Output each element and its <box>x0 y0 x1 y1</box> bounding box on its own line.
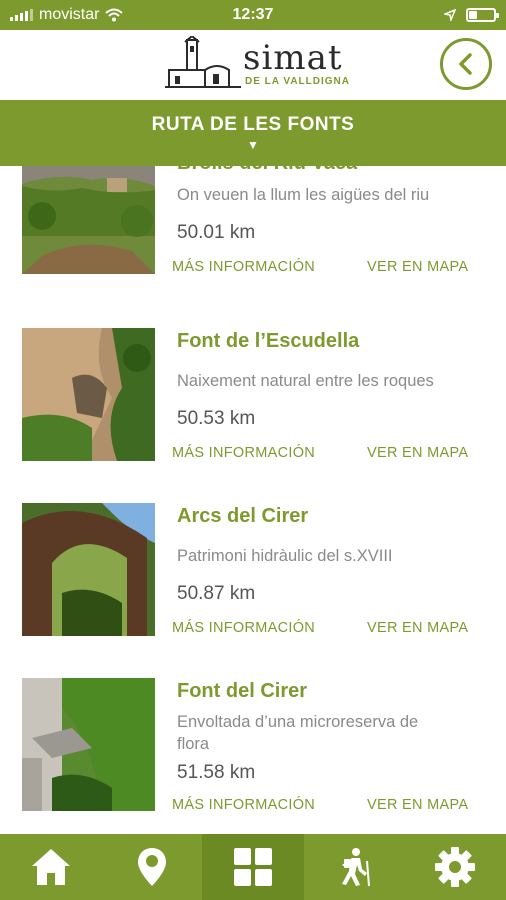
item-description: On veuen la llum les aigües del riu <box>177 186 430 204</box>
map-pin-icon <box>137 848 166 886</box>
logo: simat DE LA VALLDIGNA <box>165 36 349 92</box>
item-photo <box>22 503 155 636</box>
view-on-map-button[interactable]: VER EN MAPA <box>367 620 468 636</box>
chevron-left-icon <box>459 53 472 75</box>
app-header: simat DE LA VALLDIGNA <box>0 30 506 100</box>
carrier-name: movistar <box>39 6 100 23</box>
item-distance: 51.58 km <box>177 762 256 783</box>
item-title: Font del Cirer <box>177 680 308 702</box>
tab-settings[interactable] <box>405 834 506 900</box>
item-distance: 50.01 km <box>177 222 256 243</box>
status-right <box>326 8 499 22</box>
signal-icon <box>10 9 33 21</box>
list-item: Font del Cirer Envoltada d’una microrese… <box>0 678 506 834</box>
item-title: Brolls del Riu Vaca <box>177 166 357 175</box>
section-dropdown[interactable]: RUTA DE LES FONTS ▼ <box>0 100 506 166</box>
list-item: Brolls del Riu Vaca On veuen la llum les… <box>0 166 506 314</box>
section-title: RUTA DE LES FONTS <box>151 114 355 135</box>
tab-list[interactable] <box>202 834 304 900</box>
tab-routes[interactable] <box>304 834 405 900</box>
spring-list[interactable]: Brolls del Riu Vaca On veuen la llum les… <box>0 166 506 834</box>
item-photo <box>22 166 155 274</box>
item-title: Font de l’Escudella <box>177 330 360 352</box>
tab-map[interactable] <box>101 834 202 900</box>
status-bar: movistar 12:37 <box>0 0 506 30</box>
item-photo <box>22 328 155 461</box>
view-on-map-button[interactable]: VER EN MAPA <box>367 797 468 813</box>
home-icon <box>31 849 70 885</box>
hiker-icon <box>342 848 371 887</box>
list-item: Font de l’Escudella Naixement natural en… <box>0 328 506 488</box>
item-photo <box>22 678 155 811</box>
bottom-tab-bar <box>0 834 506 900</box>
more-info-button[interactable]: MÁS INFORMACIÓN <box>172 259 315 275</box>
church-logo-icon <box>165 36 241 88</box>
item-title: Arcs del Cirer <box>177 505 309 527</box>
status-time: 12:37 <box>232 6 274 23</box>
logo-subtitle: DE LA VALLDIGNA <box>245 76 350 87</box>
item-distance: 50.87 km <box>177 583 256 604</box>
item-description: Envoltada d’una microreserva de flora <box>177 713 419 753</box>
status-left: movistar <box>10 6 180 24</box>
grid-icon <box>234 848 272 886</box>
more-info-button[interactable]: MÁS INFORMACIÓN <box>172 797 315 813</box>
wifi-icon <box>105 8 124 22</box>
view-on-map-button[interactable]: VER EN MAPA <box>367 259 468 275</box>
back-button[interactable] <box>440 38 492 90</box>
more-info-button[interactable]: MÁS INFORMACIÓN <box>172 445 315 461</box>
more-info-button[interactable]: MÁS INFORMACIÓN <box>172 620 315 636</box>
battery-icon <box>466 8 499 22</box>
tab-home[interactable] <box>0 834 101 900</box>
location-arrow-icon <box>444 9 456 21</box>
caret-down-icon: ▼ <box>247 138 259 152</box>
logo-title: simat <box>243 38 343 78</box>
view-on-map-button[interactable]: VER EN MAPA <box>367 445 468 461</box>
item-description: Naixement natural entre les roques <box>177 372 434 390</box>
gear-icon <box>435 847 476 887</box>
list-item: Arcs del Cirer Patrimoni hidràulic del s… <box>0 503 506 663</box>
item-description: Patrimoni hidràulic del s.XVIII <box>177 547 393 565</box>
item-distance: 50.53 km <box>177 408 256 429</box>
